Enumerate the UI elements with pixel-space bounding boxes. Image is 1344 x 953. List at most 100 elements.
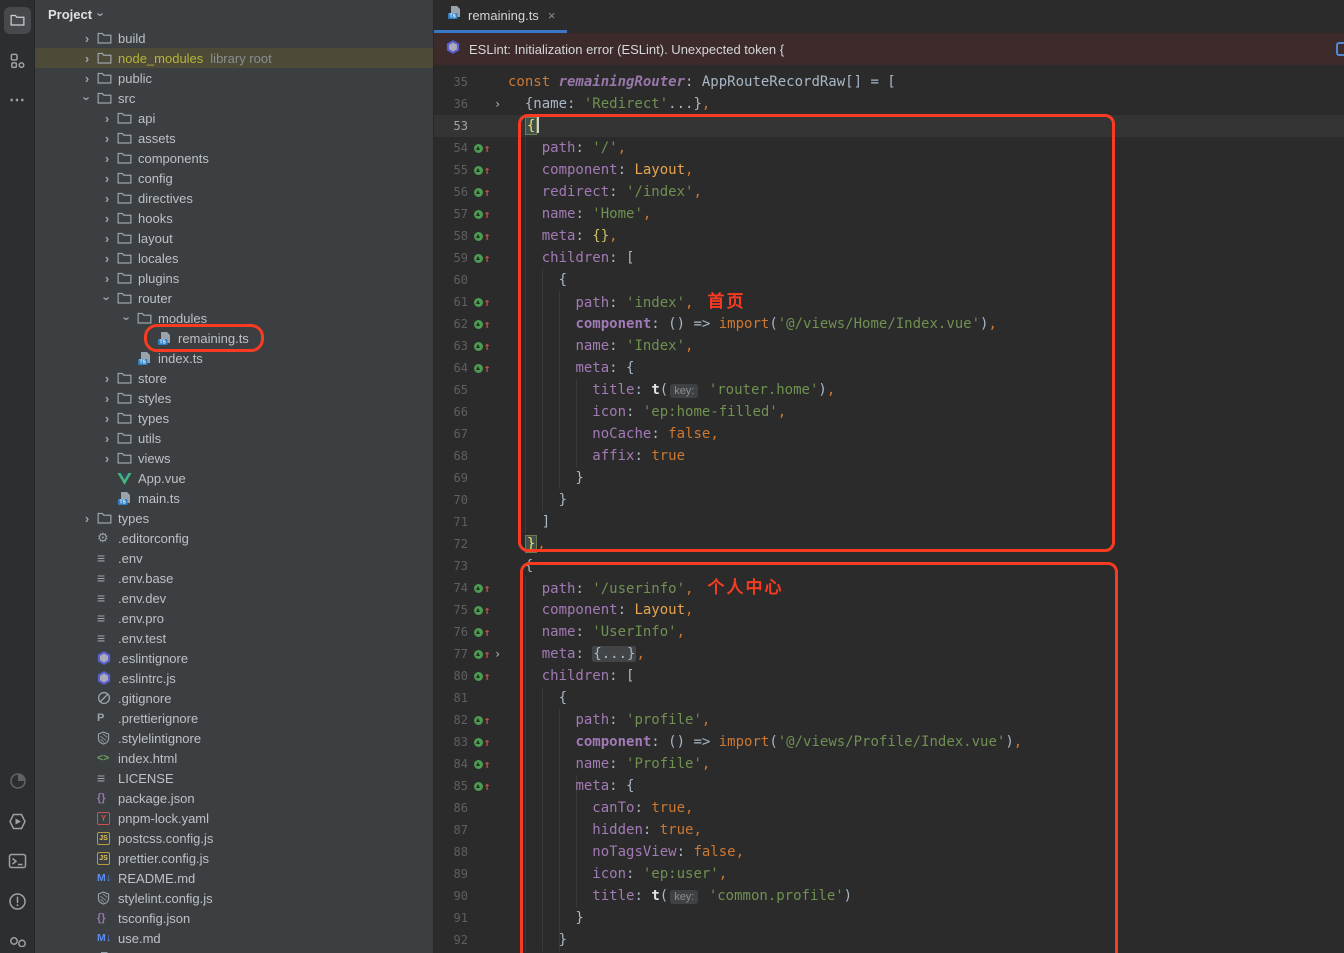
code-line-87[interactable]: 87 hidden: true, <box>434 819 1344 841</box>
tree-item-.env.pro[interactable]: ≡.env.pro <box>35 608 433 628</box>
code-line-89[interactable]: 89 icon: 'ep:user', <box>434 863 1344 885</box>
code-line-82[interactable]: 82↑ path: 'profile', <box>434 709 1344 731</box>
tree-item-stylelint.config.js[interactable]: stylelint.config.js <box>35 888 433 908</box>
code-line-54[interactable]: 54↑ path: '/', <box>434 137 1344 159</box>
code-line-73[interactable]: 73 { <box>434 555 1344 577</box>
tree-item-.editorconfig[interactable]: ⚙.editorconfig <box>35 528 433 548</box>
chevron-down-icon[interactable]: › <box>101 296 114 300</box>
code-line-61[interactable]: 61↑ path: 'index',首页 <box>434 291 1344 313</box>
code-line-36[interactable]: 36› {name: 'Redirect'...}, <box>434 93 1344 115</box>
tree-item-types[interactable]: ›types <box>35 408 433 428</box>
chevron-right-icon[interactable]: › <box>105 372 109 385</box>
code-line-60[interactable]: 60 { <box>434 269 1344 291</box>
code-line-55[interactable]: 55↑ component: Layout, <box>434 159 1344 181</box>
code-line-65[interactable]: 65 title: t(key: 'router.home'), <box>434 379 1344 401</box>
chevron-right-icon[interactable]: › <box>85 32 89 45</box>
tree-item-LICENSE[interactable]: ≡LICENSE <box>35 768 433 788</box>
code-line-90[interactable]: 90 title: t(key: 'common.profile') <box>434 885 1344 907</box>
chevron-right-icon[interactable]: › <box>85 72 89 85</box>
chevron-right-icon[interactable]: › <box>105 272 109 285</box>
terminal-tool-button[interactable] <box>0 841 35 881</box>
profiler-tool-button[interactable] <box>0 761 35 801</box>
code-line-81[interactable]: 81 { <box>434 687 1344 709</box>
tree-item-index.ts[interactable]: TSindex.ts <box>35 348 433 368</box>
close-tab-icon[interactable]: × <box>548 8 556 23</box>
tree-item-plugins[interactable]: ›plugins <box>35 268 433 288</box>
tree-item-assets[interactable]: ›assets <box>35 128 433 148</box>
code-line-70[interactable]: 70 } <box>434 489 1344 511</box>
tree-item-src[interactable]: ›src <box>35 88 433 108</box>
code-line-72[interactable]: 72 }, <box>434 533 1344 555</box>
chevron-right-icon[interactable]: › <box>105 172 109 185</box>
more-tool-windows-button[interactable]: ⋯ <box>0 80 35 120</box>
tree-item-package.json[interactable]: {}package.json <box>35 788 433 808</box>
chevron-right-icon[interactable]: › <box>105 152 109 165</box>
chevron-right-icon[interactable]: › <box>85 52 89 65</box>
tree-item-.env.base[interactable]: ≡.env.base <box>35 568 433 588</box>
tree-item-.env.dev[interactable]: ≡.env.dev <box>35 588 433 608</box>
tree-item-directives[interactable]: ›directives <box>35 188 433 208</box>
chevron-right-icon[interactable]: › <box>105 392 109 405</box>
tree-item-layout[interactable]: ›layout <box>35 228 433 248</box>
tree-item-main.ts[interactable]: TSmain.ts <box>35 488 433 508</box>
code-line-35[interactable]: 35const remainingRouter: AppRouteRecordR… <box>434 71 1344 93</box>
code-line-67[interactable]: 67 noCache: false, <box>434 423 1344 445</box>
tree-item-build[interactable]: ›build <box>35 28 433 48</box>
code-line-80[interactable]: 80↑ children: [ <box>434 665 1344 687</box>
code-line-92[interactable]: 92 } <box>434 929 1344 951</box>
code-line-77[interactable]: 77↑› meta: {...}, <box>434 643 1344 665</box>
tab-remaining-ts[interactable]: TS remaining.ts × <box>434 0 567 33</box>
tree-item-modules[interactable]: ›modules <box>35 308 433 328</box>
tree-item-locales[interactable]: ›locales <box>35 248 433 268</box>
code-line-74[interactable]: 74↑ path: '/userinfo',个人中心 <box>434 577 1344 599</box>
services-tool-button[interactable] <box>0 801 35 841</box>
code-line-76[interactable]: 76↑ name: 'UserInfo', <box>434 621 1344 643</box>
tree-item-router[interactable]: ›router <box>35 288 433 308</box>
code-line-56[interactable]: 56↑ redirect: '/index', <box>434 181 1344 203</box>
code-line-83[interactable]: 83↑ component: () => import('@/views/Pro… <box>434 731 1344 753</box>
bottom-partial-button[interactable] <box>0 921 35 953</box>
chevron-right-icon[interactable]: › <box>105 132 109 145</box>
code-line-86[interactable]: 86 canTo: true, <box>434 797 1344 819</box>
code-line-57[interactable]: 57↑ name: 'Home', <box>434 203 1344 225</box>
tree-item-components[interactable]: ›components <box>35 148 433 168</box>
code-line-84[interactable]: 84↑ name: 'Profile', <box>434 753 1344 775</box>
tree-item-utils[interactable]: ›utils <box>35 428 433 448</box>
tree-item-.env.test[interactable]: ≡.env.test <box>35 628 433 648</box>
code-line-91[interactable]: 91 } <box>434 907 1344 929</box>
structure-tool-button[interactable] <box>0 40 35 80</box>
project-tool-button[interactable] <box>0 0 35 40</box>
chevron-right-icon[interactable]: › <box>105 252 109 265</box>
tree-item-README.md[interactable]: M↓README.md <box>35 868 433 888</box>
code-line-69[interactable]: 69 } <box>434 467 1344 489</box>
tree-item-.env[interactable]: ≡.env <box>35 548 433 568</box>
code-line-62[interactable]: 62↑ component: () => import('@/views/Hom… <box>434 313 1344 335</box>
chevron-right-icon[interactable]: › <box>105 212 109 225</box>
code-editor[interactable]: 35const remainingRouter: AppRouteRecordR… <box>434 65 1344 953</box>
chevron-right-icon[interactable]: › <box>105 412 109 425</box>
fold-arrow-icon[interactable]: › <box>494 643 508 665</box>
tree-item-.gitignore[interactable]: .gitignore <box>35 688 433 708</box>
fold-arrow-icon[interactable]: › <box>494 93 508 115</box>
tree-item-node_modules[interactable]: ›node_moduleslibrary root <box>35 48 433 68</box>
chevron-right-icon[interactable]: › <box>105 112 109 125</box>
tree-item-App.vue[interactable]: App.vue <box>35 468 433 488</box>
chevron-down-icon[interactable]: › <box>81 96 94 100</box>
code-line-53[interactable]: 53 { <box>434 115 1344 137</box>
tree-item-.prettierignore[interactable]: P.prettierignore <box>35 708 433 728</box>
chevron-right-icon[interactable]: › <box>105 192 109 205</box>
tree-item-styles[interactable]: ›styles <box>35 388 433 408</box>
chevron-right-icon[interactable]: › <box>105 452 109 465</box>
tree-item-tsconfig.json[interactable]: {}tsconfig.json <box>35 908 433 928</box>
code-line-66[interactable]: 66 icon: 'ep:home-filled', <box>434 401 1344 423</box>
code-line-68[interactable]: 68 affix: true <box>434 445 1344 467</box>
tree-item-partial[interactable]: TS <box>35 948 433 953</box>
code-line-88[interactable]: 88 noTagsView: false, <box>434 841 1344 863</box>
tree-item-hooks[interactable]: ›hooks <box>35 208 433 228</box>
project-panel-header[interactable]: Project › <box>35 0 433 28</box>
tree-item-use.md[interactable]: M↓use.md <box>35 928 433 948</box>
problems-tool-button[interactable] <box>0 881 35 921</box>
code-line-64[interactable]: 64↑ meta: { <box>434 357 1344 379</box>
chevron-right-icon[interactable]: › <box>85 512 89 525</box>
tree-item-views[interactable]: ›views <box>35 448 433 468</box>
